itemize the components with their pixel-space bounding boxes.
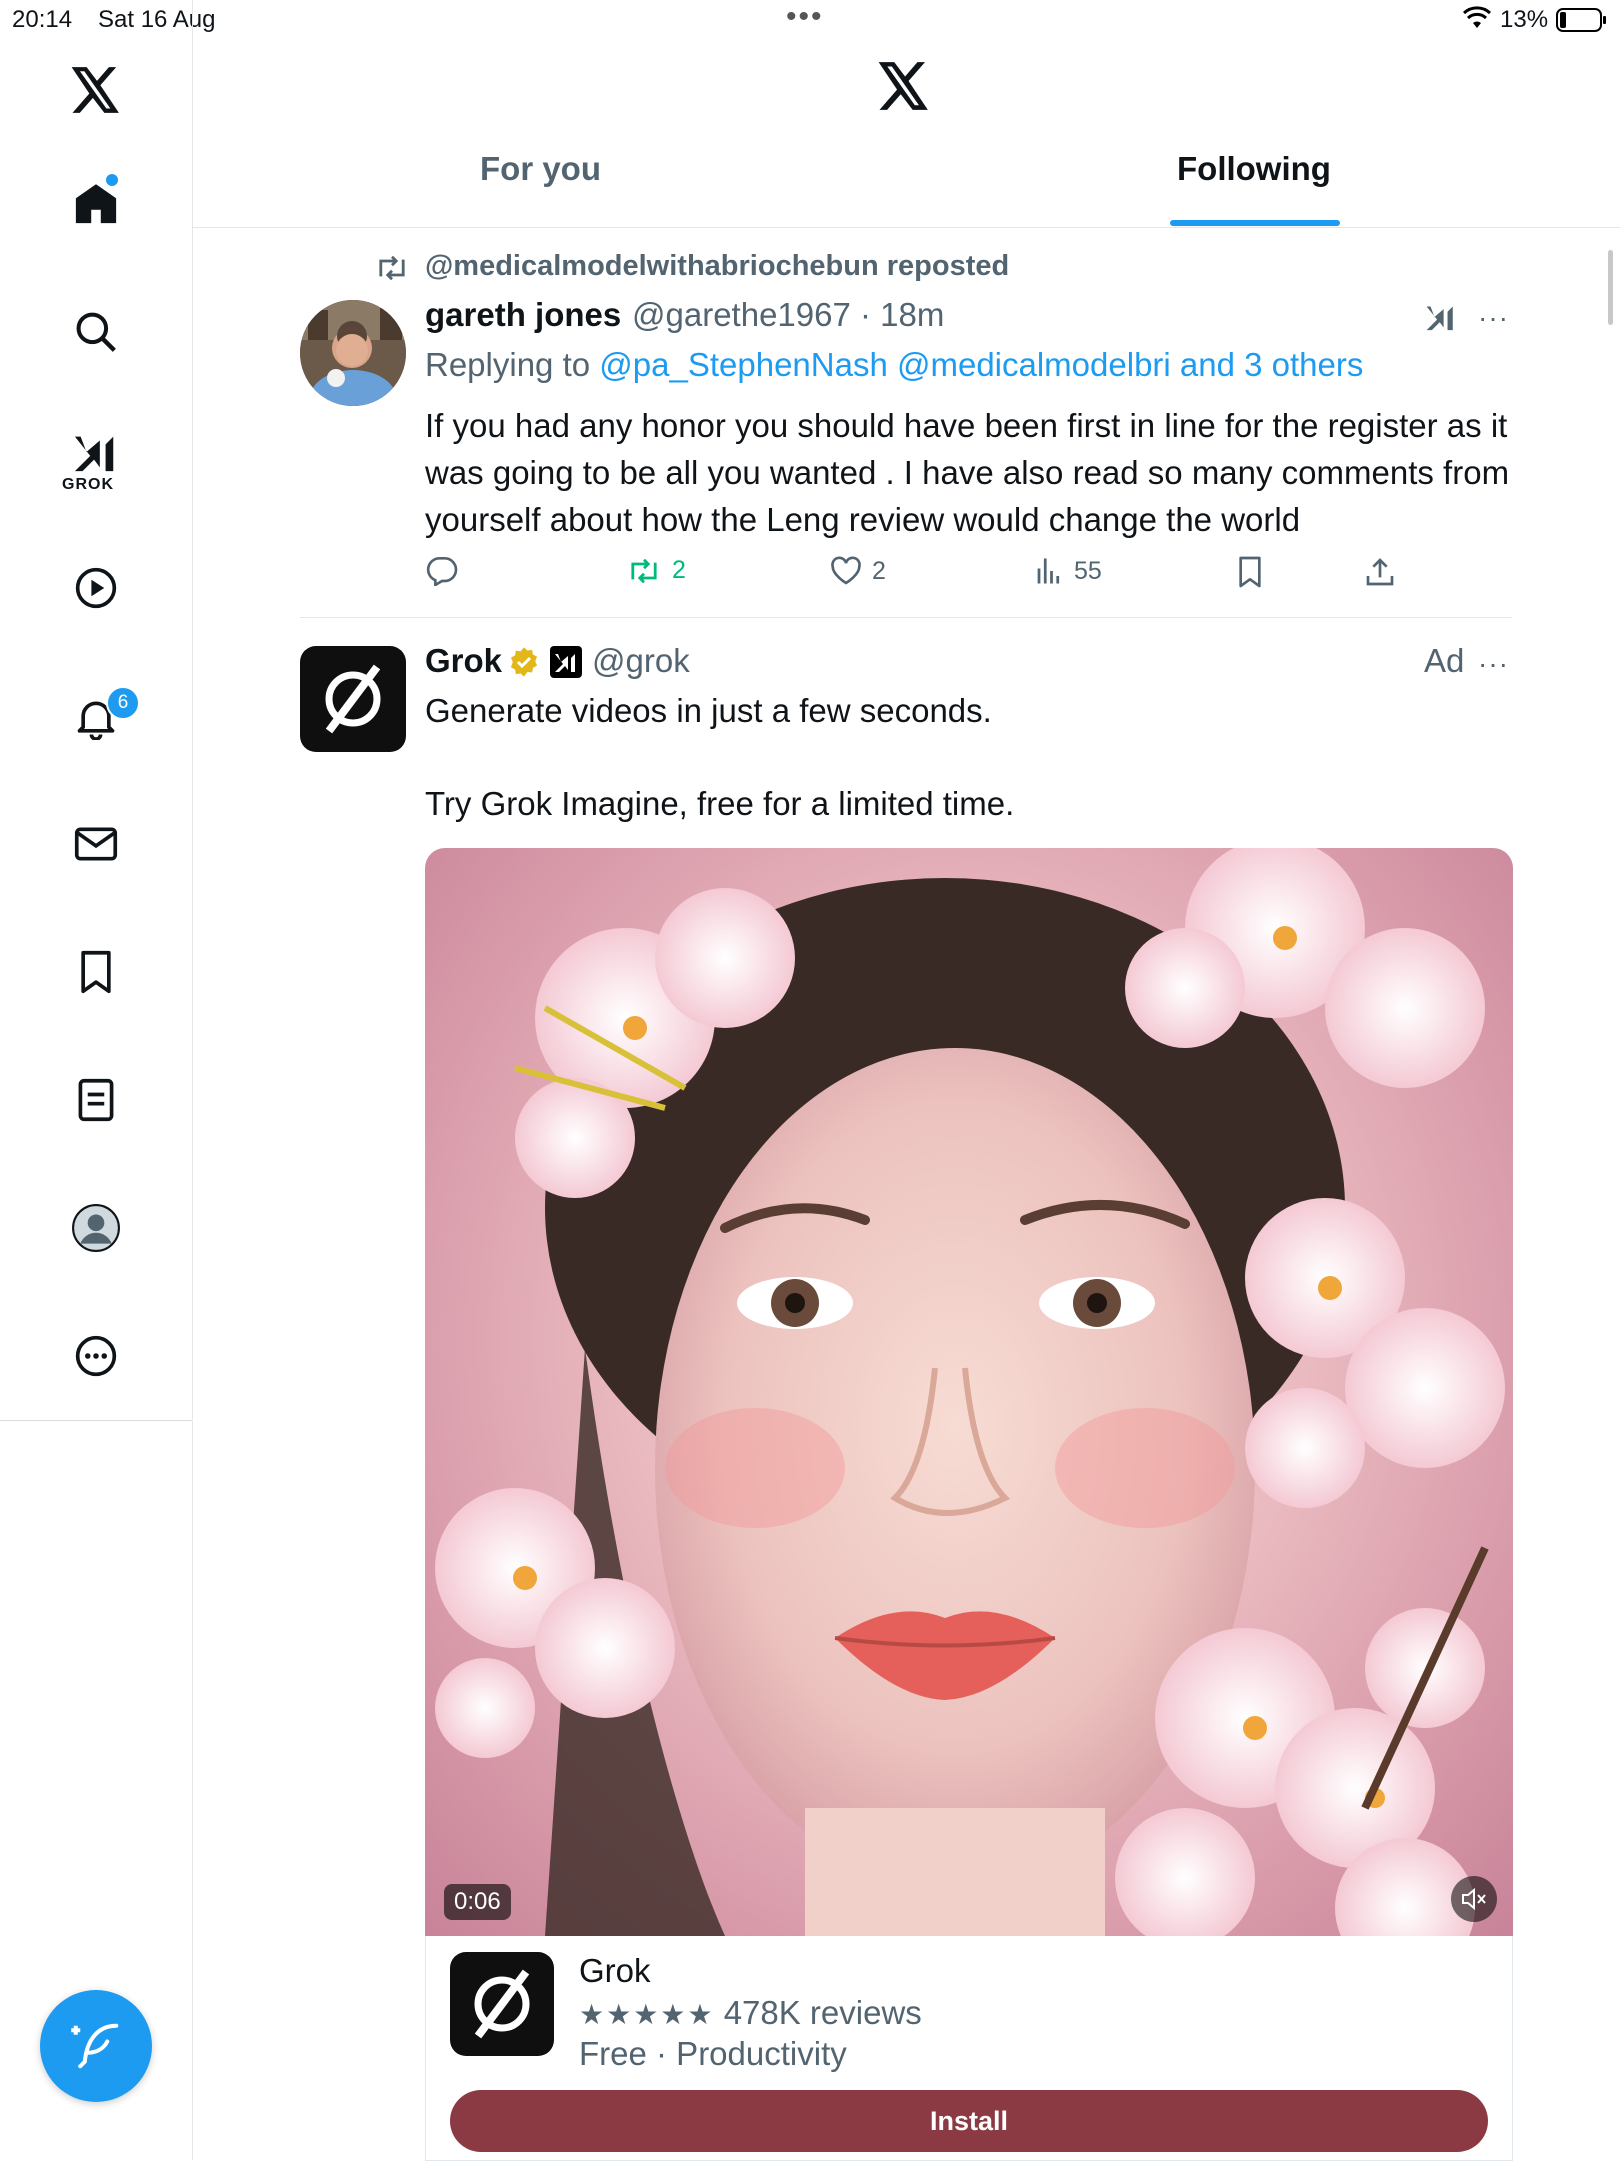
tab-following[interactable]: Following [1177,150,1331,188]
home-unread-dot [106,174,118,186]
app-icon [450,1952,554,2056]
retweet-button[interactable]: 2 [626,556,686,585]
battery-icon [1556,8,1608,37]
xai-affiliate-badge-icon [550,646,582,678]
wifi-icon [1462,6,1492,35]
grok-explain-icon[interactable] [1424,300,1458,339]
app-meta: Free · Productivity [579,2035,847,2072]
more-options-circle-icon[interactable] [68,1328,124,1384]
bookmark-button[interactable] [1236,556,1264,588]
lists-icon[interactable] [68,1072,124,1128]
ad-author-name[interactable]: Grok [425,642,502,680]
grok-nav-icon[interactable] [68,424,124,480]
share-icon [1366,558,1394,586]
tab-active-indicator [1170,220,1340,226]
views-chart-icon [1037,558,1060,584]
header-x-logo-icon[interactable] [878,62,930,115]
grok-avatar[interactable] [300,646,406,752]
header-divider [193,227,1620,228]
share-button[interactable] [1364,556,1396,588]
repost-icon [375,254,409,287]
replying-to-users[interactable]: @pa_StephenNash @medicalmodelbri and 3 o… [599,346,1363,383]
x-logo-icon[interactable] [68,62,124,118]
tweet-body: If you had any honor you should have bee… [425,407,1510,538]
replying-to-line: Replying to @pa_StephenNash @medicalmode… [425,346,1363,384]
messages-envelope-icon[interactable] [68,816,124,872]
grok-logo-icon [474,1969,530,2039]
compose-post-button[interactable] [40,1990,152,2102]
compose-feather-icon [71,2023,119,2069]
bookmarks-icon[interactable] [68,944,124,1000]
views-count: 55 [1074,556,1102,585]
search-icon[interactable] [68,304,124,360]
ad-label: Ad [1424,642,1465,679]
install-button[interactable]: Install [450,2090,1488,2152]
heart-icon [831,556,861,585]
like-button[interactable]: 2 [830,556,886,586]
reply-icon [426,557,458,586]
retweet-icon [631,558,657,583]
like-count: 2 [872,556,886,585]
notifications-badge: 6 [106,686,140,720]
mute-toggle-icon[interactable] [1451,1876,1497,1922]
retweet-count: 2 [672,556,686,584]
avatar[interactable] [300,300,406,406]
app-name: Grok [579,1952,651,1989]
tweet-author-name[interactable]: gareth jones [425,296,621,334]
tweet-divider [300,617,1512,618]
app-rating: ★★★★★ 478K reviews [579,1994,922,2032]
reply-button[interactable] [426,556,468,586]
grok-logo-icon [325,664,381,734]
tab-for-you[interactable]: For you [480,150,601,188]
bookmark-icon [1239,556,1261,588]
scrollbar[interactable] [1608,250,1613,325]
ad-text-line-1: Generate videos in just a few seconds. [425,692,992,729]
grok-nav-label: GROK [62,476,114,493]
multitasking-dots-icon[interactable]: ••• [786,0,824,34]
tweet-author-handle-time[interactable]: @garethe1967 · 18m [632,296,944,334]
tweet-more-icon[interactable]: ··· [1478,302,1509,334]
ad-more-icon[interactable]: ··· [1478,648,1509,680]
replying-to-prefix: Replying to [425,346,600,383]
ad-video[interactable] [425,848,1513,1936]
ad-text-line-2: Try Grok Imagine, free for a limited tim… [425,785,1015,822]
battery-percent: 13% [1500,6,1549,33]
profile-avatar-icon[interactable] [68,1200,124,1256]
views-button[interactable]: 55 [1034,556,1102,586]
app-reviews: 478K reviews [723,1994,922,2031]
ad-author-handle[interactable]: @grok [592,642,690,680]
verified-gold-badge-icon [508,646,540,683]
repost-attribution[interactable]: @medicalmodelwithabriochebun reposted [425,250,1009,283]
video-play-icon[interactable] [68,560,124,616]
rating-stars-icon: ★★★★★ [579,1999,715,2030]
video-duration: 0:06 [444,1884,511,1920]
